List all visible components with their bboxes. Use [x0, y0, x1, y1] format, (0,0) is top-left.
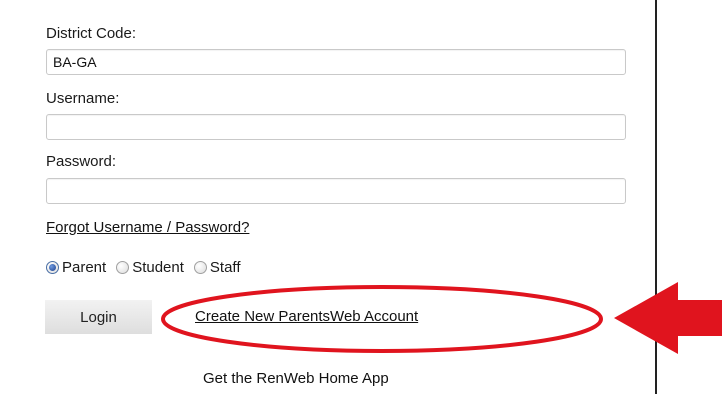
staff-radio[interactable]: [193, 261, 207, 274]
username-input[interactable]: [46, 114, 626, 140]
role-option-parent[interactable]: Parent: [46, 259, 106, 276]
create-account-link[interactable]: Create New ParentsWeb Account: [195, 308, 418, 325]
parent-radio-label: Parent: [62, 259, 107, 276]
staff-radio-label: Staff: [209, 259, 241, 276]
password-label: Password:: [46, 153, 117, 170]
role-option-student[interactable]: Student: [116, 259, 184, 276]
district-code-label: District Code:: [46, 25, 137, 42]
login-button[interactable]: Login: [45, 300, 152, 334]
vertical-divider: [655, 0, 657, 394]
password-input[interactable]: [46, 178, 626, 204]
forgot-credentials-link[interactable]: Forgot Username / Password?: [46, 219, 249, 236]
role-selector: Parent Student Staff: [46, 259, 251, 276]
username-label: Username:: [46, 90, 120, 107]
parent-radio[interactable]: [46, 261, 59, 274]
student-radio[interactable]: [116, 261, 130, 274]
pointer-arrow-icon: [614, 282, 722, 354]
district-code-input[interactable]: [46, 49, 626, 75]
student-radio-label: Student: [132, 259, 184, 276]
home-app-text: Get the RenWeb Home App: [203, 370, 389, 387]
pointer-arrow-shape: [614, 282, 722, 354]
role-option-staff[interactable]: Staff: [193, 259, 241, 276]
